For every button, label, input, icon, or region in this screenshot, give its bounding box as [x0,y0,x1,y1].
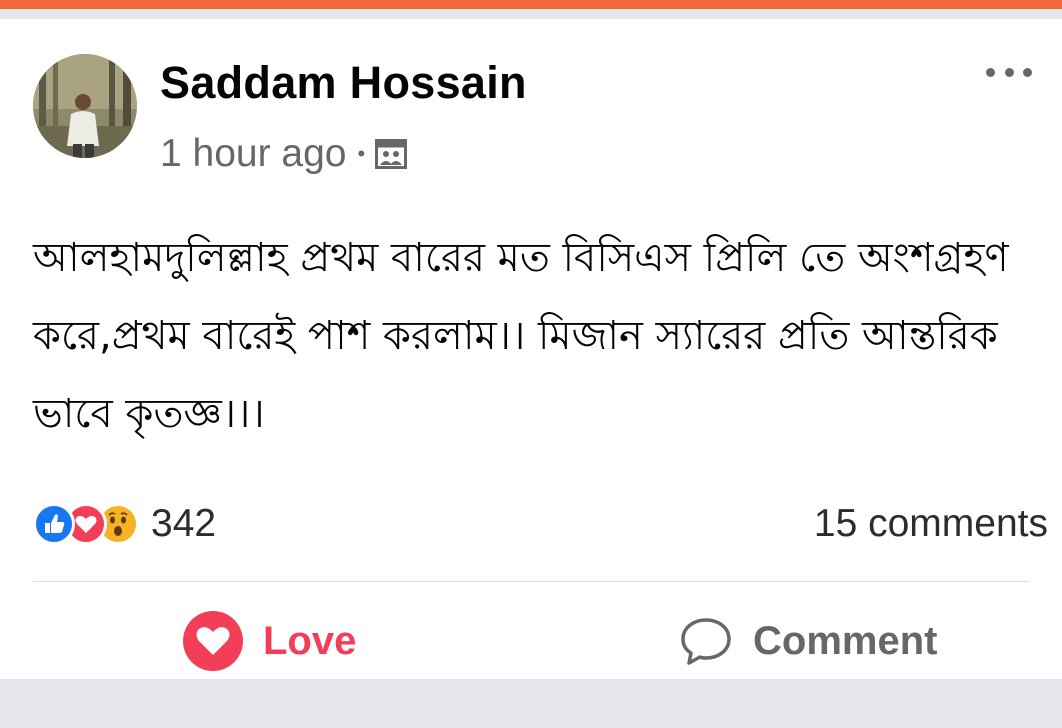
post-text: আলহামদুলিল্লাহ প্রথম বারের মত বিসিএস প্র… [33,235,1009,437]
feed-separator-bottom [0,679,1062,728]
avatar[interactable] [33,54,137,158]
love-button-label: Love [263,618,357,663]
more-dot [1023,67,1032,77]
app-accent-bar [0,0,1062,9]
comment-button[interactable]: Comment [679,609,937,673]
post-meta: 1 hour ago • [160,131,408,177]
post-card: Saddam Hossain 1 hour ago • আলহামদুলিল্ল… [0,19,1062,679]
action-divider [33,581,1029,582]
public-photo-icon[interactable] [375,139,408,169]
more-dot [1004,67,1014,77]
like-icon [33,503,75,545]
feed-separator [0,9,1062,19]
meta-separator: • [357,141,366,166]
author-name[interactable]: Saddam Hossain [160,57,527,109]
reaction-count: 342 [151,502,217,545]
more-options-icon[interactable] [986,61,1032,83]
love-button[interactable]: Love [183,609,356,673]
love-button-icon [183,611,243,671]
avatar-photo [33,54,137,158]
comment-icon [681,618,731,665]
comments-count[interactable]: 15 comments [814,501,1048,547]
more-dot [986,67,995,77]
reaction-summary[interactable]: 342 [33,501,216,547]
comment-button-label: Comment [753,618,938,663]
post-timestamp[interactable]: 1 hour ago [160,132,347,176]
